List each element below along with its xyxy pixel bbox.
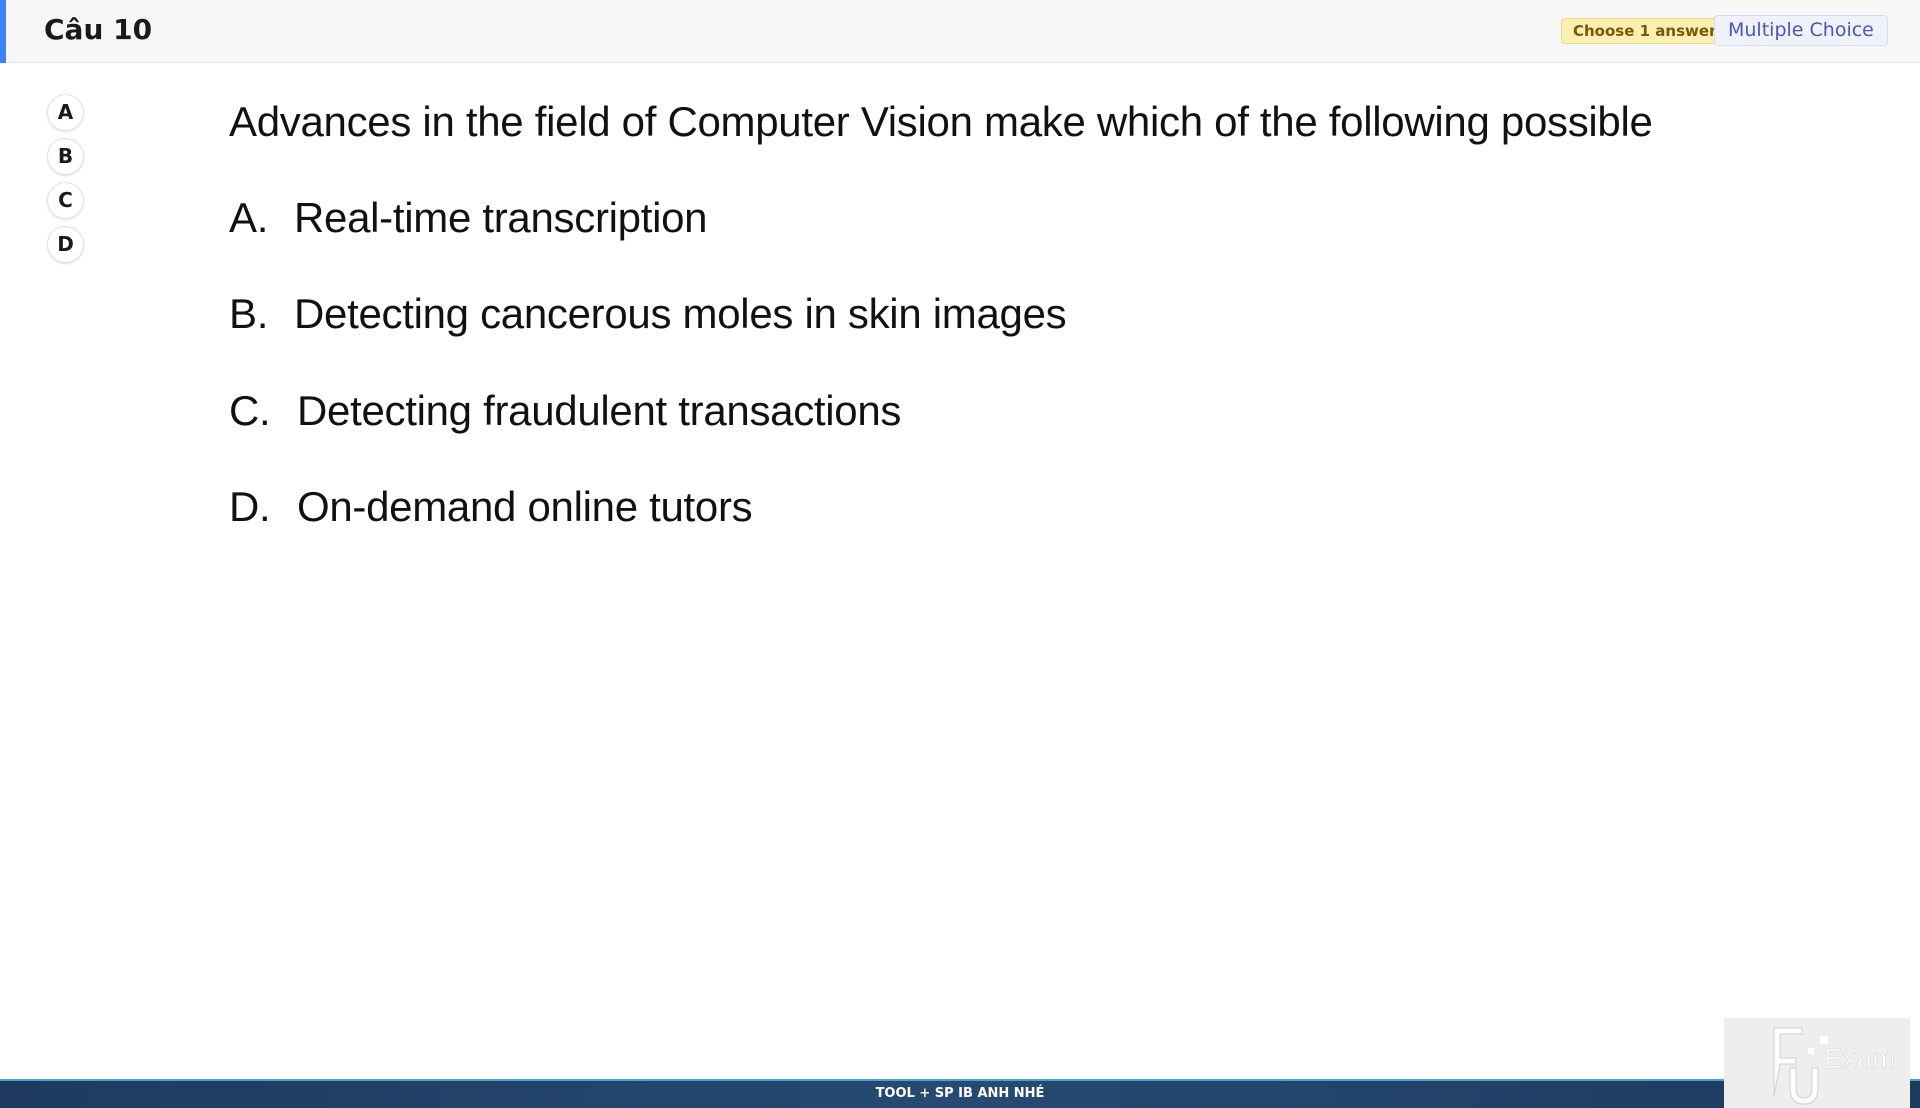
choice-a: A. Real-time transcription — [229, 193, 708, 243]
footer-text: TOOL + SP IB ANH NHÉ — [875, 1086, 1045, 1101]
exam-question-page: Câu 10 Choose 1 answer Multiple Choice A… — [0, 0, 1920, 1108]
answer-option-a[interactable]: A — [47, 94, 84, 131]
choice-c: C. Detecting fraudulent transactions — [229, 386, 901, 436]
question-number-title: Câu 10 — [44, 13, 153, 46]
question-type-badge: Multiple Choice — [1714, 15, 1888, 46]
choose-answer-badge: Choose 1 answer — [1561, 18, 1729, 44]
choice-d: D. On-demand online tutors — [229, 482, 753, 532]
question-header: Câu 10 Choose 1 answer Multiple Choice — [0, 0, 1920, 63]
choice-b-letter: B. — [229, 290, 269, 337]
choice-d-letter: D. — [229, 483, 271, 530]
choice-c-letter: C. — [229, 387, 271, 434]
choice-c-text: Detecting fraudulent transactions — [297, 387, 902, 434]
fu-exam-logo-icon: Exam — [1773, 1027, 1896, 1105]
choice-a-text: Real-time transcription — [294, 194, 708, 241]
choice-d-text: On-demand online tutors — [297, 483, 753, 530]
choice-a-letter: A. — [229, 194, 269, 241]
fu-exam-logo: Exam — [1724, 1018, 1910, 1108]
logo-exam-text: Exam — [1824, 1043, 1896, 1074]
answer-option-d[interactable]: D — [47, 226, 84, 263]
answer-option-c[interactable]: C — [47, 182, 84, 219]
question-text: Advances in the field of Computer Vision… — [229, 98, 1653, 145]
header-accent-bar — [0, 0, 6, 63]
footer-bar: TOOL + SP IB ANH NHÉ — [0, 1079, 1920, 1108]
choice-b: B. Detecting cancerous moles in skin imag… — [229, 289, 1067, 339]
answer-option-b[interactable]: B — [47, 138, 84, 175]
choice-b-text: Detecting cancerous moles in skin images — [294, 290, 1067, 337]
